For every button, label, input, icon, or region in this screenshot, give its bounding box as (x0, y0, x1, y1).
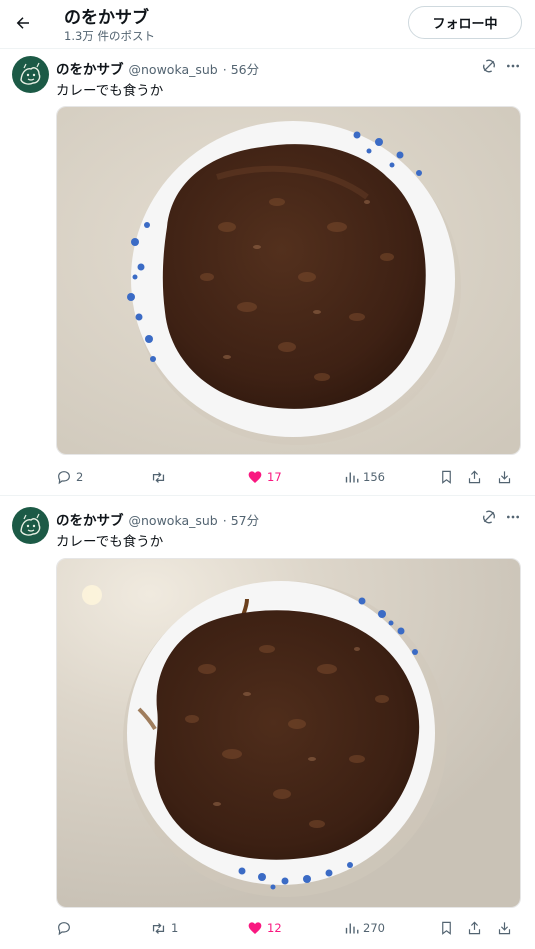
grok-button[interactable] (479, 507, 499, 527)
like-count: 12 (267, 921, 282, 935)
share-button[interactable] (467, 918, 482, 938)
heart-icon (248, 922, 262, 934)
avatar[interactable] (12, 507, 49, 544)
bookmark-button[interactable] (439, 918, 454, 938)
bookmark-icon (442, 921, 451, 935)
curry-photo (57, 559, 520, 907)
views-button[interactable]: 270 (344, 918, 385, 938)
more-icon (507, 515, 519, 519)
like-button[interactable]: 12 (247, 918, 282, 938)
post-time[interactable]: · 57分 (223, 510, 259, 529)
post-text: カレーでも食うか (56, 534, 164, 550)
username[interactable]: @nowoka_sub (129, 513, 218, 528)
repost-count: 1 (171, 921, 179, 935)
display-name[interactable]: のをかサブ (56, 509, 124, 529)
more-button[interactable] (503, 507, 523, 527)
repost-icon (152, 922, 165, 934)
avatar-drawing (20, 513, 41, 536)
repost-button[interactable]: 1 (150, 918, 178, 938)
download-button[interactable] (497, 918, 512, 938)
reply-icon (58, 922, 70, 936)
post-actions: 1 12 270 (56, 918, 521, 938)
reply-button[interactable] (56, 918, 76, 938)
view-count: 270 (363, 921, 385, 935)
post-photo[interactable] (56, 558, 521, 908)
post-author: のをかサブ @nowoka_sub · 57分 (56, 509, 259, 529)
views-icon (345, 923, 359, 933)
grok-icon (483, 510, 495, 524)
post[interactable]: のをかサブ @nowoka_sub · 57分 カレーでも食うか 1 12 27… (0, 0, 535, 949)
share-icon (468, 921, 481, 935)
download-icon (498, 922, 511, 935)
